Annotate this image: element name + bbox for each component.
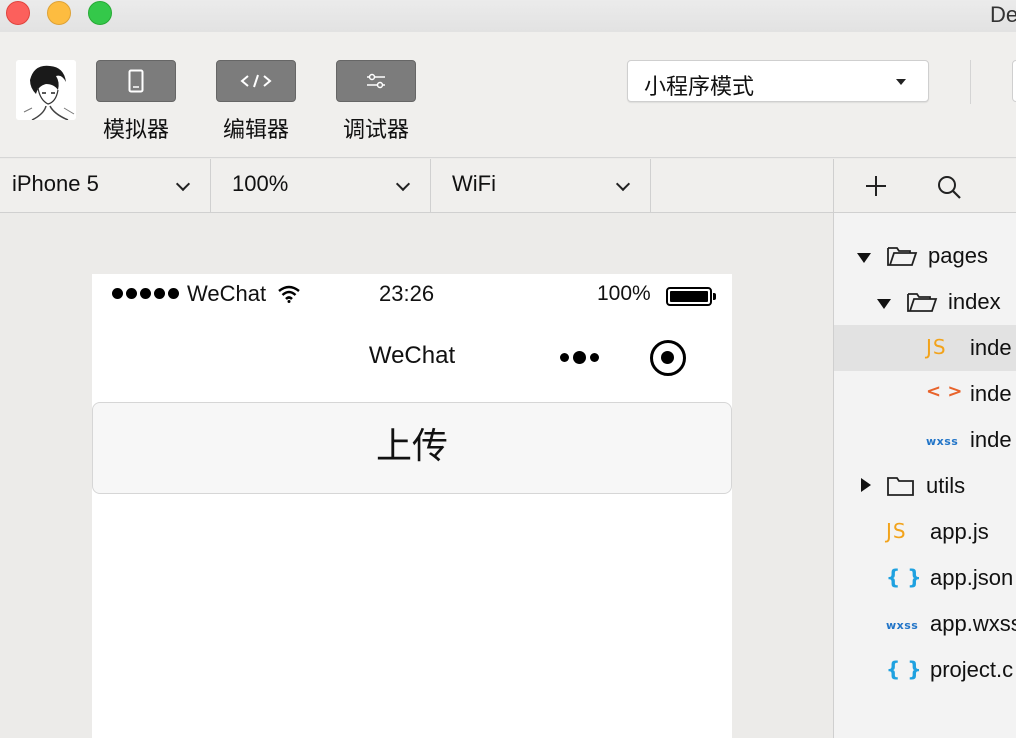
wxss-file-icon: wxss xyxy=(886,619,919,632)
tree-item-label: app.wxss xyxy=(930,611,1016,636)
phone-simulator: WeChat 23:26 100% WeChat 上传 xyxy=(92,274,732,738)
zoom-select[interactable]: 100% xyxy=(211,159,431,212)
tree-folder-utils[interactable]: utils xyxy=(834,463,1016,509)
folder-open-icon xyxy=(907,293,938,312)
chevron-down-icon xyxy=(395,176,411,192)
close-window-button[interactable] xyxy=(6,1,30,25)
status-bar: WeChat 23:26 100% xyxy=(92,274,732,314)
tree-folder-pages[interactable]: pages xyxy=(834,233,1016,279)
mode-select-value: 小程序模式 xyxy=(644,75,755,100)
tree-file-project-config[interactable]: { } project.c xyxy=(834,647,1016,693)
simulator-label: 模拟器 xyxy=(102,118,169,143)
file-panel-header xyxy=(834,159,1016,213)
zoom-window-button[interactable] xyxy=(88,1,112,25)
nav-bar: WeChat xyxy=(92,314,732,402)
device-bar: iPhone 5 100% WiFi xyxy=(0,159,834,213)
more-icon[interactable] xyxy=(560,351,599,364)
toolbar-divider xyxy=(970,60,971,104)
js-file-icon: JS xyxy=(886,519,907,543)
editor-button[interactable] xyxy=(216,60,296,102)
wxss-file-icon: wxss xyxy=(926,435,959,448)
window-title: De xyxy=(990,2,1016,27)
avatar-image xyxy=(16,60,76,120)
chevron-down-icon xyxy=(615,176,631,192)
caret-down-icon xyxy=(896,79,906,85)
file-panel: pages index JS inde < > inde wxss inde u… xyxy=(833,159,1016,738)
expanded-arrow-icon xyxy=(877,299,891,309)
carrier-name: WeChat xyxy=(187,281,267,306)
upload-button[interactable]: 上传 xyxy=(92,402,732,494)
tree-item-label: app.js xyxy=(930,519,989,544)
collapsed-arrow-icon xyxy=(861,478,871,492)
tree-item-label: inde xyxy=(970,381,1012,406)
tree-file-index-wxml[interactable]: < > inde xyxy=(834,371,1016,417)
wxml-file-icon: < > xyxy=(926,381,963,402)
add-icon[interactable] xyxy=(864,174,888,198)
editor-tool: 编辑器 xyxy=(216,60,296,144)
json-file-icon: { } xyxy=(886,565,922,589)
minimize-window-button[interactable] xyxy=(47,1,71,25)
expanded-arrow-icon xyxy=(857,253,871,263)
tree-folder-index[interactable]: index xyxy=(834,279,1016,325)
folder-icon xyxy=(887,477,914,496)
battery-icon xyxy=(666,287,716,306)
tree-file-app-js[interactable]: JS app.js xyxy=(834,509,1016,555)
nav-title: WeChat xyxy=(368,342,456,369)
tree-item-label: pages xyxy=(928,243,988,268)
network-select-value: WiFi xyxy=(452,171,496,196)
folder-open-icon xyxy=(887,247,918,266)
tree-item-label: app.json xyxy=(930,565,1014,590)
network-select[interactable]: WiFi xyxy=(431,159,651,212)
editor-label: 编辑器 xyxy=(222,118,289,143)
zoom-select-value: 100% xyxy=(232,171,289,196)
wifi-icon xyxy=(278,285,300,303)
toolbar-edge-button[interactable] xyxy=(1012,60,1016,102)
search-icon[interactable] xyxy=(936,174,962,200)
js-file-icon: JS xyxy=(926,335,947,359)
tree-item-label: inde xyxy=(970,427,1012,452)
debugger-label: 调试器 xyxy=(342,118,409,143)
device-select[interactable]: iPhone 5 xyxy=(0,159,211,212)
tree-item-label: index xyxy=(948,289,1001,314)
simulator-tool: 模拟器 xyxy=(96,60,176,144)
tree-item-label: project.c xyxy=(930,657,1014,682)
simulator-button[interactable] xyxy=(96,60,176,102)
mode-select[interactable]: 小程序模式 xyxy=(627,60,929,102)
tree-file-index-wxss[interactable]: wxss inde xyxy=(834,417,1016,463)
close-miniprogram-icon[interactable] xyxy=(650,340,686,376)
status-time: 23:26 xyxy=(379,281,435,306)
debugger-tool: 调试器 xyxy=(336,60,416,144)
debugger-button[interactable] xyxy=(336,60,416,102)
phone-icon xyxy=(128,69,144,93)
tree-item-label: utils xyxy=(926,473,966,498)
signal-icon xyxy=(112,288,179,299)
device-select-value: iPhone 5 xyxy=(12,171,99,196)
tree-file-index-js[interactable]: JS inde xyxy=(834,325,1016,371)
sliders-icon xyxy=(367,73,385,89)
toolbar: 模拟器 编辑器 调试器 小程序模式 xyxy=(0,32,1016,158)
tree-file-app-json[interactable]: { } app.json xyxy=(834,555,1016,601)
chevron-down-icon xyxy=(175,176,191,192)
title-bar: De xyxy=(0,0,1016,32)
tree-item-label: inde xyxy=(970,335,1012,360)
json-file-icon: { } xyxy=(886,657,922,681)
code-icon xyxy=(240,74,272,88)
avatar[interactable] xyxy=(16,60,76,120)
tree-file-app-wxss[interactable]: wxss app.wxss xyxy=(834,601,1016,647)
battery-percent: 100% xyxy=(597,282,651,305)
